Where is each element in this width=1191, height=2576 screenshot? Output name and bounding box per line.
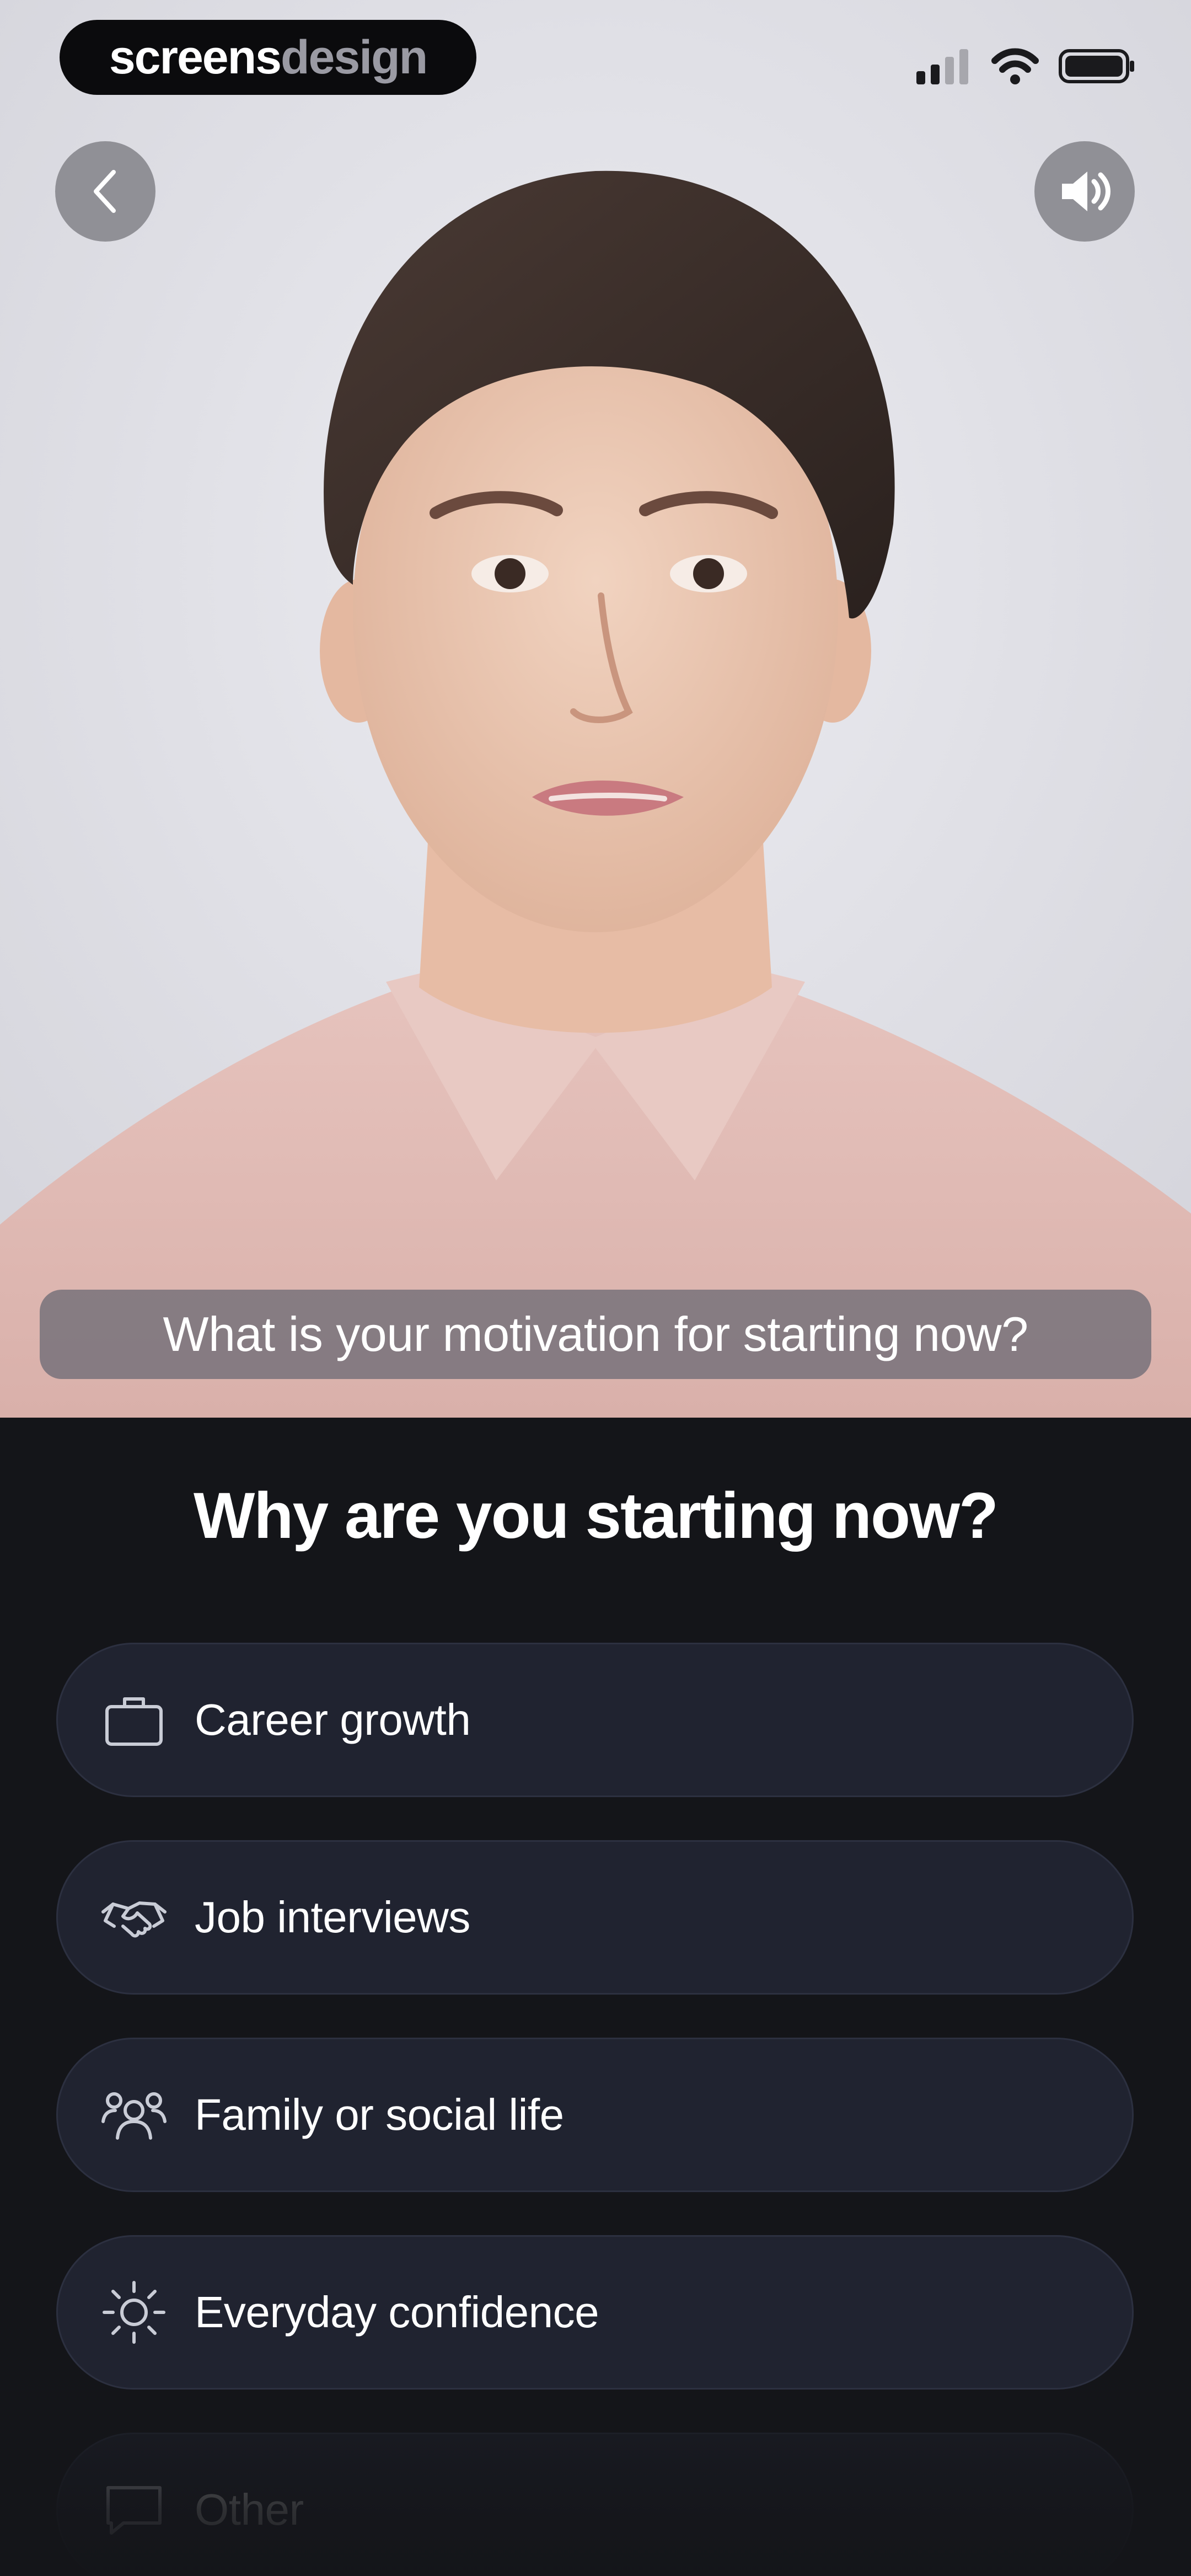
option-label: Career growth <box>195 1695 471 1744</box>
cellular-signal-icon <box>916 49 968 84</box>
chevron-left-icon <box>94 170 116 213</box>
sound-toggle-button[interactable] <box>1034 141 1135 242</box>
question-panel: Why are you starting now? Career growth … <box>0 1418 1191 2576</box>
chat-bubble-icon <box>101 2477 167 2543</box>
briefcase-icon <box>101 1687 167 1753</box>
sun-icon <box>101 2279 167 2345</box>
option-other[interactable]: Other <box>56 2433 1134 2576</box>
option-label: Job interviews <box>195 1893 470 1942</box>
back-button[interactable] <box>55 141 155 242</box>
status-bar <box>916 44 1136 88</box>
option-career-growth[interactable]: Career growth <box>56 1643 1134 1797</box>
option-everyday-confidence[interactable]: Everyday confidence <box>56 2235 1134 2390</box>
battery-icon <box>1059 49 1134 83</box>
option-label: Other <box>195 2485 304 2534</box>
handshake-icon <box>101 1884 167 1950</box>
option-family-social-life[interactable]: Family or social life <box>56 2038 1134 2192</box>
presenter-video-frame <box>0 0 1191 1418</box>
screensdesign-logo: screens design <box>60 20 476 95</box>
screen: screens design What is your motivation f… <box>0 0 1191 2576</box>
option-job-interviews[interactable]: Job interviews <box>56 1840 1134 1995</box>
option-label: Everyday confidence <box>195 2288 599 2337</box>
option-label: Family or social life <box>195 2090 564 2139</box>
question-title: Why are you starting now? <box>194 1479 999 1552</box>
logo-text-secondary: design <box>281 30 428 84</box>
logo-text-primary: screens <box>109 30 282 84</box>
speaker-icon <box>1062 172 1110 211</box>
video-caption: What is your motivation for starting now… <box>40 1290 1151 1379</box>
video-player[interactable]: screens design What is your motivation f… <box>0 0 1191 1418</box>
wifi-icon <box>991 48 1039 84</box>
people-icon <box>101 2082 167 2148</box>
